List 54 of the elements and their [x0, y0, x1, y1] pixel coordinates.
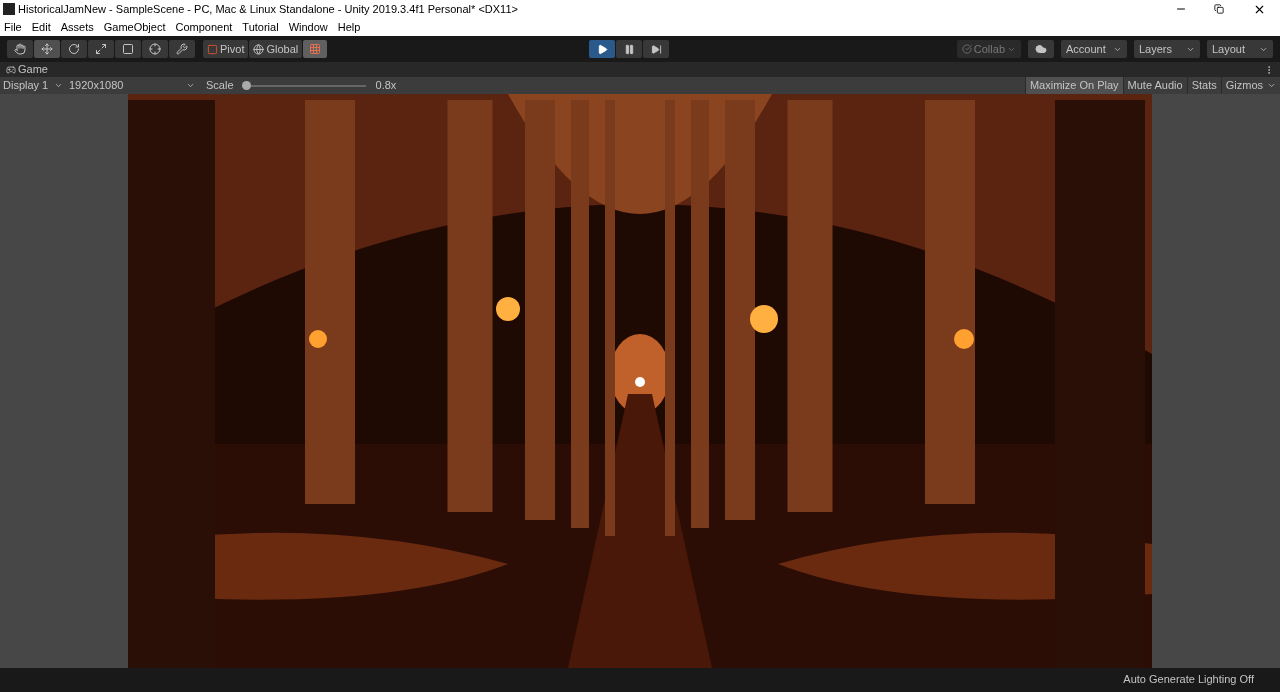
grid-snap-toggle[interactable]	[303, 40, 328, 58]
scale-reading: 0.8x	[375, 78, 397, 94]
play-button[interactable]	[589, 40, 616, 58]
pivot-icon	[207, 43, 218, 55]
menu-item[interactable]: Assets	[60, 18, 94, 36]
resolution-dropdown[interactable]: 1920x1080	[66, 77, 198, 94]
global-toggle[interactable]: Global	[249, 40, 303, 58]
window-title: HistoricalJamNew - SampleScene - PC, Mac & Linux Standalone - Unity 2019.3.4f1 Personal* <DX11>	[18, 1, 518, 17]
menu-item[interactable]: Edit	[31, 18, 51, 36]
toolbar-dropdown[interactable]: Account	[1061, 40, 1127, 58]
menu-item[interactable]: Tutorial	[242, 18, 279, 36]
menu-item[interactable]: GameObject	[103, 18, 166, 36]
play-icon	[596, 43, 608, 55]
pivot-toggle[interactable]: Pivot	[203, 40, 249, 58]
lighting-status: Auto Generate Lighting Off	[1123, 672, 1254, 687]
display-dropdown[interactable]: Display 1	[0, 77, 66, 94]
rotate-tool-button[interactable]	[61, 40, 87, 58]
menu-item[interactable]: Window	[288, 18, 328, 36]
grid-icon	[309, 43, 322, 55]
step-button[interactable]	[643, 40, 670, 58]
scale-tool-button[interactable]	[88, 40, 114, 58]
menu-item[interactable]: File	[4, 18, 22, 36]
pause-button[interactable]	[616, 40, 643, 58]
step-icon	[650, 43, 662, 55]
restore-icon	[1214, 4, 1224, 14]
caret-icon	[186, 81, 195, 90]
rect-icon	[122, 43, 134, 55]
move-tool-button[interactable]	[34, 40, 60, 58]
slider-thumb[interactable]	[241, 81, 251, 90]
transform-tool-button[interactable]	[142, 40, 168, 58]
cloud-button[interactable]	[1028, 40, 1054, 58]
scale-icon	[95, 43, 107, 55]
gamepad-icon	[6, 64, 16, 75]
menu-item[interactable]: Help	[337, 18, 361, 36]
pause-icon	[623, 43, 635, 55]
hand-icon	[14, 43, 26, 55]
toolbar-dropdown[interactable]: Layers	[1134, 40, 1200, 58]
move-arrows-icon	[41, 43, 53, 55]
tools-icon	[176, 43, 188, 55]
transform-icon	[149, 43, 161, 55]
hand-tool-button[interactable]	[7, 40, 33, 58]
game-view-toggle[interactable]: Maximize On Play	[1024, 77, 1123, 94]
caret-icon	[54, 81, 63, 90]
game-tab[interactable]: Game	[6, 61, 48, 78]
rect-tool-button[interactable]	[115, 40, 141, 58]
custom-tool-button[interactable]	[169, 40, 195, 58]
caret-icon	[1267, 81, 1276, 90]
rotate-icon	[68, 43, 80, 55]
cloud-icon	[1035, 43, 1047, 55]
menu-item[interactable]: Component	[175, 18, 233, 36]
toolbar-dropdown[interactable]: Layout	[1207, 40, 1273, 58]
globe-icon	[253, 43, 265, 55]
scale-label: Scale	[206, 78, 234, 94]
check-icon	[961, 44, 972, 54]
